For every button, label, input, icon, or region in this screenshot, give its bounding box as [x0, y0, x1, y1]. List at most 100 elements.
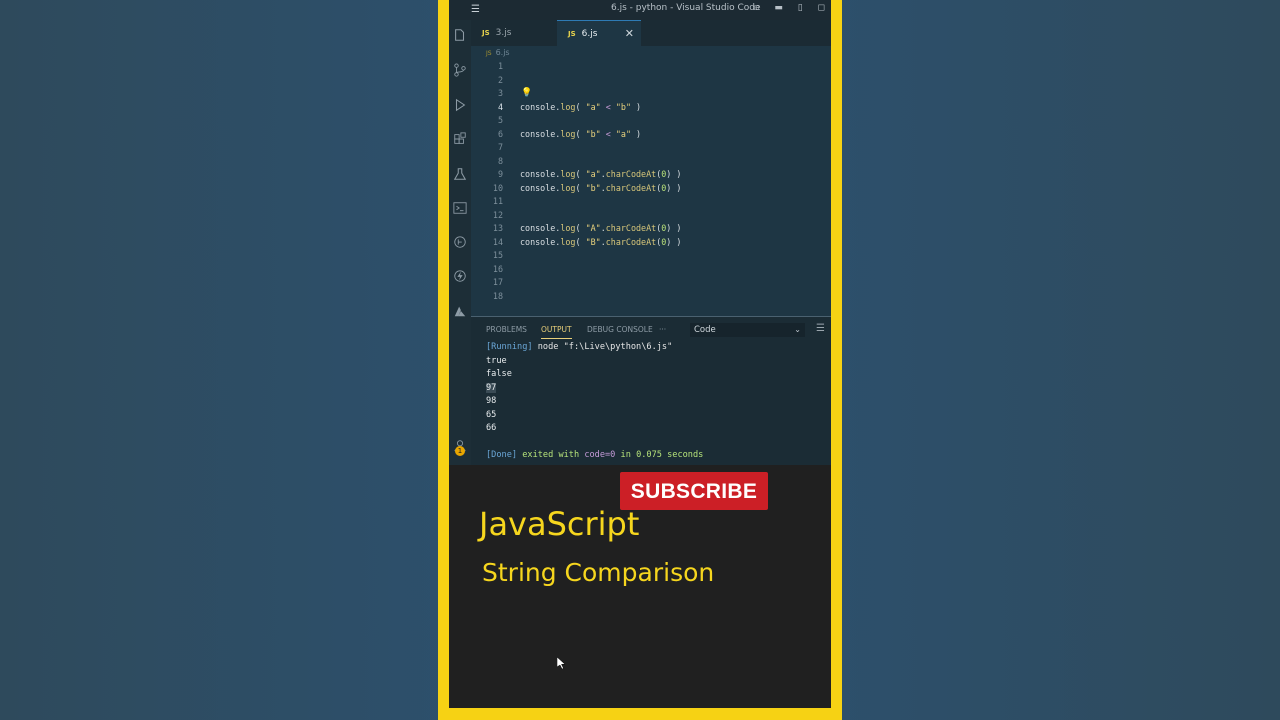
line-number: 1: [497, 61, 503, 71]
output-line: 66: [486, 423, 497, 433]
code-token: ) ): [666, 236, 682, 247]
code-token: ): [631, 128, 642, 139]
code-token: (: [575, 169, 586, 179]
code-token: log: [560, 236, 576, 247]
lightning-icon[interactable]: [452, 269, 468, 285]
line-number: 15: [492, 250, 503, 260]
output-channel-value: Code: [694, 325, 716, 335]
done-tag: [Done]: [486, 450, 518, 460]
terminal-icon[interactable]: [452, 201, 468, 217]
output-line: false: [486, 369, 512, 379]
code-line[interactable]: 17: [471, 276, 831, 290]
code-token: log: [560, 169, 576, 179]
code-line[interactable]: 18: [471, 290, 831, 304]
tab-3js[interactable]: JS 3.js: [471, 20, 557, 46]
done-text: seconds: [661, 450, 704, 460]
code-text: console.log( "B".charCodeAt(0) ): [520, 236, 681, 250]
code-line[interactable]: 13 console.log( "A".charCodeAt(0) ): [471, 222, 831, 236]
tab-output[interactable]: OUTPUT: [541, 325, 572, 339]
code-line[interactable]: 16: [471, 263, 831, 277]
notification-badge: 1: [455, 446, 465, 456]
code-token: ): [631, 101, 642, 112]
line-number: 13: [492, 223, 503, 233]
run-debug-icon[interactable]: [452, 98, 468, 114]
output-channel-select[interactable]: Code ⌄: [690, 323, 805, 337]
code-token: "b": [585, 182, 601, 193]
line-number: 9: [497, 169, 503, 179]
code-line[interactable]: 3 💡: [471, 87, 831, 101]
code-token: <: [600, 101, 616, 112]
code-token: (: [575, 182, 586, 193]
line-number: 4: [497, 101, 503, 112]
toggle-word-wrap-icon[interactable]: ☰: [816, 323, 825, 334]
code-editor[interactable]: JS 6.js 1 2 3 💡 4 console.log( "a" < "b" ) 5 6 co…: [471, 46, 831, 316]
line-number: 3: [497, 88, 503, 98]
code-line[interactable]: 5: [471, 114, 831, 128]
code-token: charCodeAt: [605, 169, 657, 179]
testing-flask-icon[interactable]: [452, 167, 468, 183]
code-line[interactable]: 6 console.log( "b" < "a" ): [471, 128, 831, 142]
code-token: ) ): [666, 182, 682, 193]
code-token: console: [520, 128, 556, 139]
tab-label: 6.js: [581, 29, 598, 39]
extensions-icon[interactable]: [452, 132, 468, 148]
code-token: log: [560, 182, 576, 193]
output-line: 65: [486, 409, 497, 420]
explorer-icon[interactable]: [452, 28, 468, 44]
line-number: 17: [492, 277, 503, 287]
more-icon[interactable]: ···: [659, 325, 666, 334]
running-tag: [Running]: [486, 342, 533, 352]
tab-problems[interactable]: PROBLEMS: [486, 325, 527, 334]
code-token: "a": [585, 101, 601, 112]
title-bar: ☰ 6.js - python - Visual Studio Code ▫ ▬…: [449, 0, 831, 20]
source-control-icon[interactable]: [452, 63, 468, 79]
video-subtitle: String Comparison: [482, 558, 715, 587]
code-token: (: [575, 236, 586, 247]
code-line[interactable]: 7: [471, 141, 831, 155]
code-token: (: [575, 223, 586, 233]
exit-code: code=0: [584, 450, 616, 460]
output-line-done: [Done] exited with code=0 in 0.075 secon…: [486, 449, 703, 463]
mouse-cursor-icon: [557, 657, 565, 669]
js-file-icon: JS: [482, 29, 490, 37]
lightbulb-icon[interactable]: 💡: [521, 87, 532, 101]
output-line-blank: [486, 436, 703, 450]
done-text: exited with: [517, 450, 585, 460]
code-text: console.log( "a" < "b" ): [520, 101, 641, 115]
code-token: charCodeAt: [605, 236, 657, 247]
code-line[interactable]: 14 console.log( "B".charCodeAt(0) ): [471, 236, 831, 250]
menu-icon[interactable]: ☰: [471, 4, 480, 15]
output-line: true: [486, 355, 507, 366]
tab-6js[interactable]: JS 6.js ✕: [557, 20, 641, 46]
code-token: "a": [615, 128, 631, 139]
git-graph-icon[interactable]: [452, 235, 468, 251]
window-controls[interactable]: ▫ ▬ ▯ ◻: [753, 3, 831, 13]
close-icon[interactable]: ✕: [625, 21, 634, 47]
code-token: log: [560, 223, 576, 233]
code-line[interactable]: 11: [471, 195, 831, 209]
selected-output-text: 97: [486, 382, 497, 393]
js-file-icon: JS: [568, 30, 576, 38]
code-token: log: [560, 128, 576, 139]
window-title: 6.js - python - Visual Studio Code: [611, 3, 761, 13]
code-line[interactable]: 15: [471, 249, 831, 263]
output-text: [Running] node "f:\Live\python\6.js" tru…: [486, 341, 703, 463]
code-token: charCodeAt: [605, 182, 657, 193]
code-line[interactable]: 10 console.log( "b".charCodeAt(0) ): [471, 182, 831, 196]
breadcrumb[interactable]: JS 6.js: [486, 48, 510, 57]
code-line[interactable]: 8: [471, 155, 831, 169]
azure-icon[interactable]: [452, 304, 468, 320]
code-line[interactable]: 2: [471, 74, 831, 88]
code-line[interactable]: 12: [471, 209, 831, 223]
code-line[interactable]: 4 console.log( "a" < "b" ): [471, 101, 831, 115]
line-number: 16: [492, 263, 503, 274]
subscribe-button[interactable]: SUBSCRIBE: [620, 472, 768, 510]
code-token: console: [520, 101, 556, 112]
code-line[interactable]: 9 console.log( "a".charCodeAt(0) ): [471, 168, 831, 182]
code-lines: 1 2 3 💡 4 console.log( "a" < "b" ) 5 6 console.l…: [471, 60, 831, 303]
code-line[interactable]: 1: [471, 60, 831, 74]
tab-debug-console[interactable]: DEBUG CONSOLE: [587, 325, 653, 334]
code-text: console.log( "b" < "a" ): [520, 128, 641, 142]
output-line: 97: [486, 382, 703, 396]
line-number: 6: [497, 128, 503, 139]
